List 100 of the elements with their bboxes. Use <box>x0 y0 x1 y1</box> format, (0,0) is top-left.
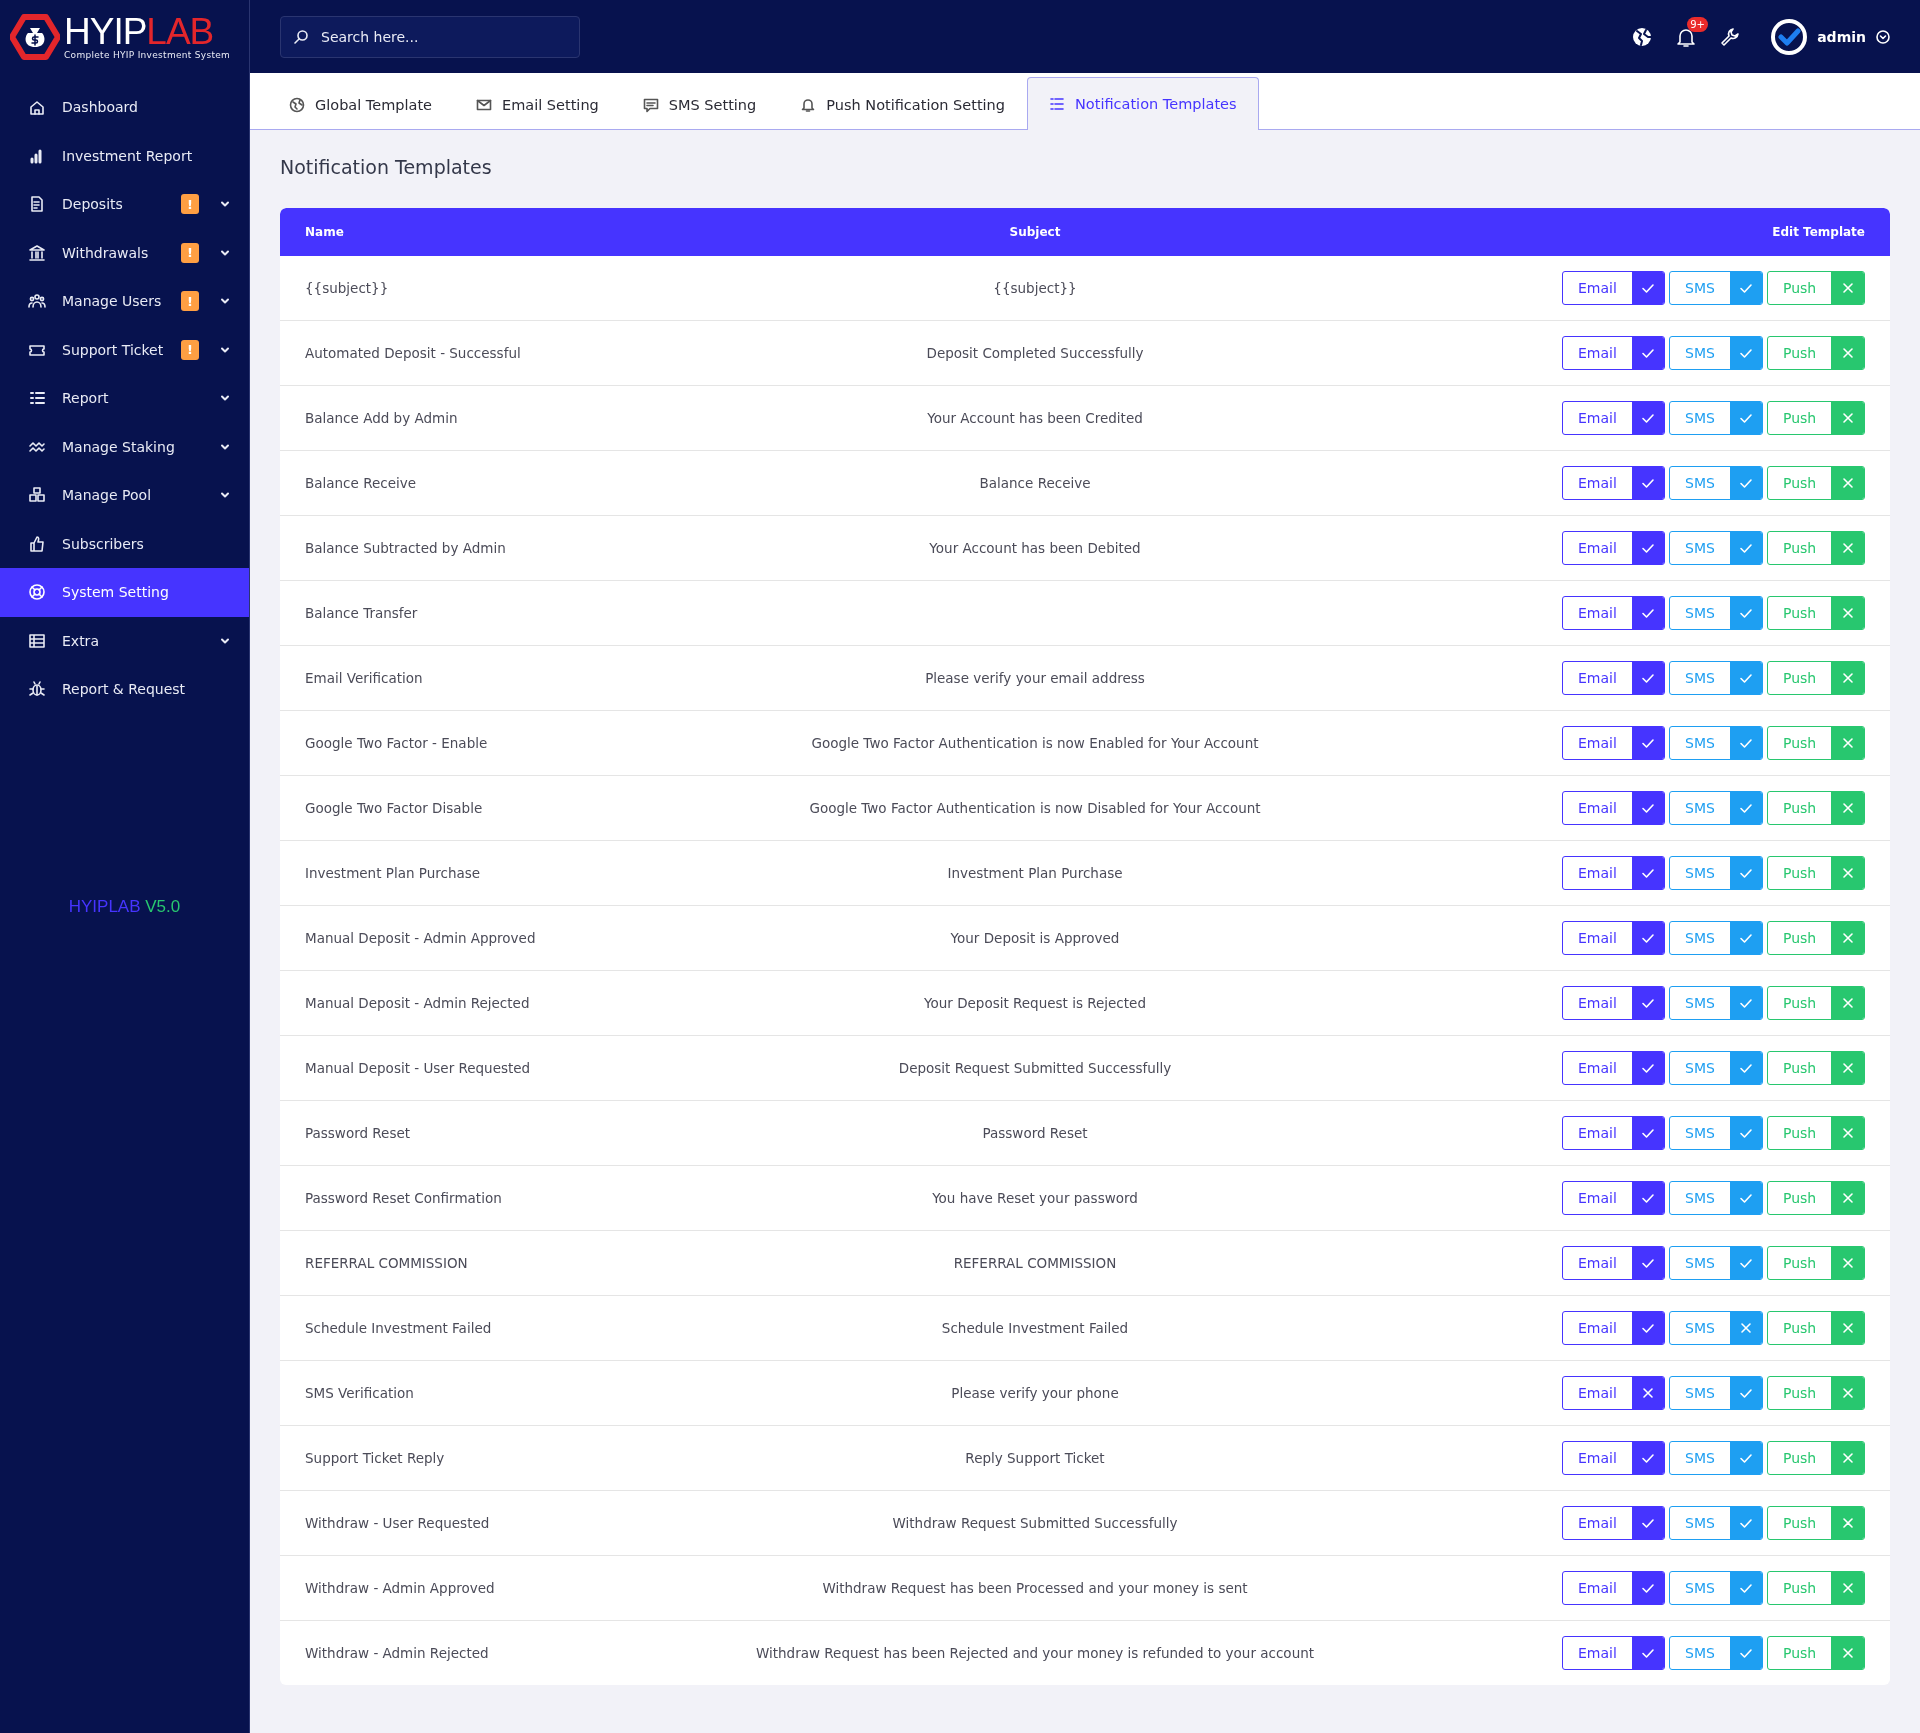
email-toggle-button[interactable]: Email <box>1562 986 1665 1020</box>
sms-toggle-button[interactable]: SMS <box>1669 596 1763 630</box>
sms-toggle-button[interactable]: SMS <box>1669 336 1763 370</box>
sms-toggle-button[interactable]: SMS <box>1669 921 1763 955</box>
push-toggle-button[interactable]: Push <box>1767 466 1865 500</box>
email-toggle-button[interactable]: Email <box>1562 531 1665 565</box>
sidebar-item[interactable]: Support Ticket ! <box>0 325 249 374</box>
sidebar-item[interactable]: Report & Request <box>0 665 249 714</box>
push-toggle-button[interactable]: Push <box>1767 1571 1865 1605</box>
sms-toggle-button[interactable]: SMS <box>1669 1311 1763 1345</box>
push-toggle-button[interactable]: Push <box>1767 661 1865 695</box>
sms-toggle-button[interactable]: SMS <box>1669 726 1763 760</box>
table-cell-text: Withdraw Request has been Processed and your money is sent <box>821 1580 1249 1596</box>
avatar-check-icon <box>1771 18 1808 55</box>
push-toggle-button[interactable]: Push <box>1767 1116 1865 1150</box>
sidebar-item[interactable]: Subscribers <box>0 519 249 568</box>
push-toggle-button[interactable]: Push <box>1767 401 1865 435</box>
sidebar-item[interactable]: Manage Users ! <box>0 277 249 326</box>
sidebar-item[interactable]: Manage Staking <box>0 422 249 471</box>
sidebar-item[interactable]: Deposits ! <box>0 180 249 229</box>
table-cell-text: Investment Plan Purchase <box>305 865 482 881</box>
push-toggle-button[interactable]: Push <box>1767 726 1865 760</box>
settings-button[interactable] <box>1719 25 1742 48</box>
email-toggle-button[interactable]: Email <box>1562 661 1665 695</box>
email-toggle-button[interactable]: Email <box>1562 466 1665 500</box>
sms-toggle-button[interactable]: SMS <box>1669 1441 1763 1475</box>
sms-toggle-button[interactable]: SMS <box>1669 1246 1763 1280</box>
tab[interactable]: Push Notification Setting <box>778 78 1027 130</box>
email-toggle-button[interactable]: Email <box>1562 1441 1665 1475</box>
sidebar-item[interactable]: System Setting <box>0 568 249 617</box>
email-toggle-button[interactable]: Email <box>1562 1181 1665 1215</box>
sms-toggle-button[interactable]: SMS <box>1669 1571 1763 1605</box>
sms-toggle-button[interactable]: SMS <box>1669 531 1763 565</box>
push-toggle-button[interactable]: Push <box>1767 596 1865 630</box>
user-menu-button[interactable]: admin <box>1771 18 1890 55</box>
push-toggle-button[interactable]: Push <box>1767 1246 1865 1280</box>
email-toggle-button[interactable]: Email <box>1562 1571 1665 1605</box>
table-cell-text: Investment Plan Purchase <box>946 865 1124 881</box>
sidebar-item[interactable]: Manage Pool <box>0 471 249 520</box>
table-cell-text: {{subject}} <box>305 280 390 296</box>
push-toggle-button[interactable]: Push <box>1767 336 1865 370</box>
push-toggle-button[interactable]: Push <box>1767 921 1865 955</box>
table-cell-text: Withdraw Request has been Rejected and your money is refunded to your account <box>754 1645 1316 1661</box>
email-toggle-button[interactable]: Email <box>1562 336 1665 370</box>
sms-toggle-button[interactable]: SMS <box>1669 1181 1763 1215</box>
push-toggle-button[interactable]: Push <box>1767 1441 1865 1475</box>
alert-badge: ! <box>181 291 199 312</box>
sidebar-item[interactable]: Report <box>0 374 249 423</box>
push-toggle-button[interactable]: Push <box>1767 1376 1865 1410</box>
tab[interactable]: SMS Setting <box>620 78 779 130</box>
email-toggle-button[interactable]: Email <box>1562 1116 1665 1150</box>
push-toggle-button[interactable]: Push <box>1767 531 1865 565</box>
table-cell-text: Withdraw - Admin Approved <box>305 1580 496 1596</box>
push-toggle-button[interactable]: Push <box>1767 1636 1865 1670</box>
push-toggle-button[interactable]: Push <box>1767 986 1865 1020</box>
email-toggle-button[interactable]: Email <box>1562 271 1665 305</box>
language-button[interactable] <box>1631 25 1654 48</box>
sms-toggle-button[interactable]: SMS <box>1669 856 1763 890</box>
email-toggle-button[interactable]: Email <box>1562 921 1665 955</box>
push-toggle-button[interactable]: Push <box>1767 1051 1865 1085</box>
push-toggle-button[interactable]: Push <box>1767 1181 1865 1215</box>
sms-toggle-button[interactable]: SMS <box>1669 1051 1763 1085</box>
push-toggle-button[interactable]: Push <box>1767 856 1865 890</box>
push-toggle-button[interactable]: Push <box>1767 1311 1865 1345</box>
email-toggle-button[interactable]: Email <box>1562 1051 1665 1085</box>
sidebar-item[interactable]: Dashboard <box>0 83 249 132</box>
email-toggle-button[interactable]: Email <box>1562 1376 1665 1410</box>
email-toggle-button[interactable]: Email <box>1562 1636 1665 1670</box>
sms-toggle-button[interactable]: SMS <box>1669 791 1763 825</box>
logo-wordmark: HYIPLAB <box>64 13 214 50</box>
tab[interactable]: Global Template <box>267 78 455 130</box>
sms-toggle-button[interactable]: SMS <box>1669 401 1763 435</box>
email-toggle-button[interactable]: Email <box>1562 1311 1665 1345</box>
table-cell-text: Password Reset <box>305 1125 412 1141</box>
sms-toggle-button[interactable]: SMS <box>1669 1636 1763 1670</box>
sidebar-item[interactable]: Withdrawals ! <box>0 228 249 277</box>
email-toggle-button[interactable]: Email <box>1562 856 1665 890</box>
email-toggle-button[interactable]: Email <box>1562 596 1665 630</box>
sms-toggle-button[interactable]: SMS <box>1669 466 1763 500</box>
push-toggle-button[interactable]: Push <box>1767 791 1865 825</box>
email-toggle-button[interactable]: Email <box>1562 1506 1665 1540</box>
sms-toggle-button[interactable]: SMS <box>1669 1506 1763 1540</box>
notification-count-badge: 9+ <box>1687 16 1708 32</box>
email-toggle-button[interactable]: Email <box>1562 791 1665 825</box>
sms-toggle-button[interactable]: SMS <box>1669 1376 1763 1410</box>
tab[interactable]: Notification Templates <box>1027 77 1259 130</box>
email-toggle-button[interactable]: Email <box>1562 1246 1665 1280</box>
sms-toggle-button[interactable]: SMS <box>1669 661 1763 695</box>
push-toggle-button[interactable]: Push <box>1767 1506 1865 1540</box>
push-toggle-button[interactable]: Push <box>1767 271 1865 305</box>
sms-toggle-button[interactable]: SMS <box>1669 1116 1763 1150</box>
email-toggle-button[interactable]: Email <box>1562 401 1665 435</box>
sms-toggle-button[interactable]: SMS <box>1669 986 1763 1020</box>
table-cell-text: Deposit Completed Successfully <box>925 345 1145 361</box>
tab[interactable]: Email Setting <box>454 78 621 130</box>
sms-toggle-button[interactable]: SMS <box>1669 271 1763 305</box>
email-toggle-button[interactable]: Email <box>1562 726 1665 760</box>
sidebar-item[interactable]: Extra <box>0 616 249 665</box>
search-field[interactable]: Search here... <box>280 15 580 58</box>
sidebar-item[interactable]: Investment Report <box>0 131 249 180</box>
